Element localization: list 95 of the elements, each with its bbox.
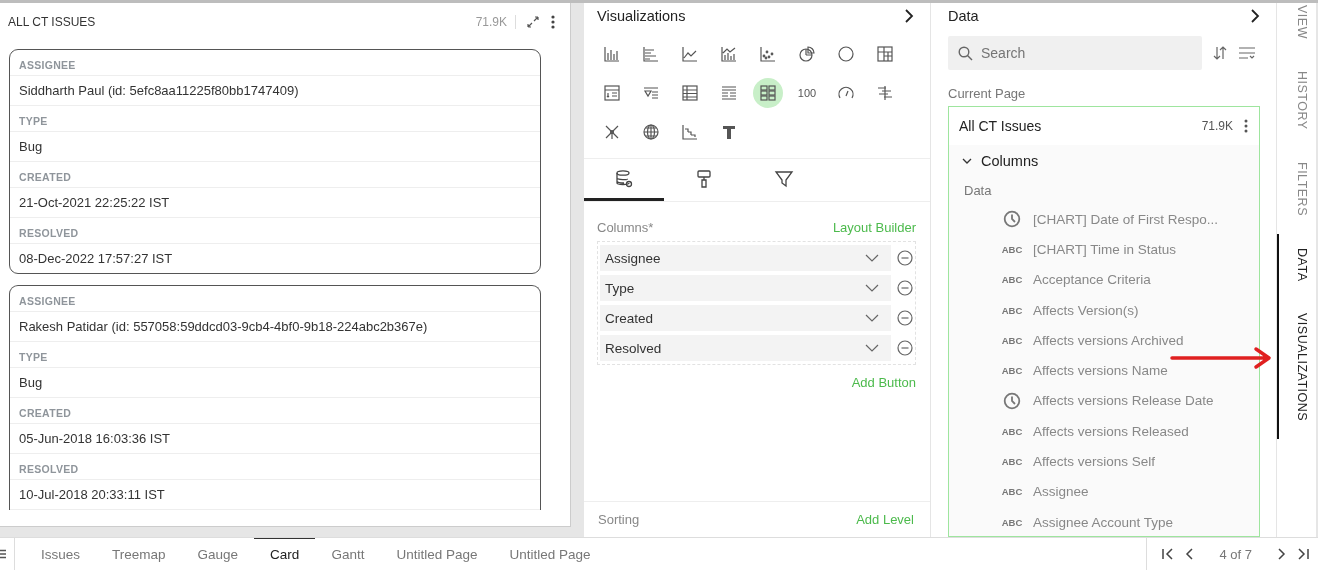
paint-roller-icon <box>694 168 714 189</box>
text-type-icon: ABC <box>1001 486 1023 498</box>
field-item[interactable]: Acceptance Criteria <box>1033 272 1151 288</box>
remove-icon[interactable] <box>897 340 913 356</box>
layout-builder-link[interactable]: Layout Builder <box>832 220 916 235</box>
chevron-down-icon <box>865 284 879 292</box>
side-tab[interactable]: HISTORY <box>1277 56 1316 148</box>
expand-icon[interactable] <box>526 15 540 29</box>
remove-icon[interactable] <box>897 250 913 266</box>
field-item[interactable]: Affects versions Archived <box>1033 332 1184 348</box>
field-item[interactable]: Affects versions Released <box>1033 423 1189 439</box>
field-value: 10-Jul-2018 20:33:11 IST <box>10 480 540 510</box>
column-dropdown[interactable]: Resolved <box>600 335 891 361</box>
side-tab[interactable]: VIEW <box>1277 3 1316 57</box>
text-type-icon: ABC <box>1001 516 1023 528</box>
field-value: Bug <box>10 368 540 398</box>
number-chart-button[interactable]: 100 <box>792 78 822 108</box>
remove-icon[interactable] <box>897 280 913 296</box>
field-label: TYPE <box>10 106 540 132</box>
column-dropdown[interactable]: Type <box>600 275 891 301</box>
page-indicator: 4 of 7 <box>1218 546 1253 562</box>
funnel-icon <box>774 168 794 189</box>
text-type-icon: ABC <box>1001 274 1023 286</box>
more-icon[interactable] <box>550 14 556 30</box>
field-label: RESOLVED <box>10 454 540 480</box>
side-tab[interactable]: VISUALIZATIONS <box>1277 299 1316 440</box>
chevron-down-icon <box>865 314 879 322</box>
subheading: Data <box>963 182 993 200</box>
field-item[interactable]: Affects versions Release Date <box>1033 393 1214 409</box>
columns-label: Columns* <box>597 220 654 235</box>
text-type-icon: ABC <box>1001 425 1023 437</box>
chevron-down-icon <box>865 344 879 352</box>
text-type-icon: ABC <box>1001 334 1023 346</box>
chevron-down-icon <box>865 254 879 262</box>
chevron-right-icon[interactable] <box>904 9 914 23</box>
field-label: ASSIGNEE <box>10 286 540 312</box>
sort-icon[interactable] <box>1212 45 1228 61</box>
page-tab[interactable]: Card <box>254 538 316 570</box>
section-label: Current Page <box>948 86 1027 101</box>
field-item[interactable]: Affects versions Self <box>1033 454 1156 469</box>
panel-title: Data <box>948 8 979 24</box>
field-item[interactable]: Assignee <box>1033 484 1089 500</box>
previous-page-icon[interactable] <box>1185 548 1196 560</box>
field-value: 05-Jun-2018 16:03:36 IST <box>10 424 540 454</box>
page-tab[interactable]: Issues <box>25 538 97 570</box>
field-label: ASSIGNEE <box>10 50 540 76</box>
field-item[interactable]: Affects Version(s) <box>1033 302 1139 318</box>
side-tab[interactable]: FILTERS <box>1277 147 1316 234</box>
field-label: CREATED <box>10 162 540 188</box>
panel-title: Visualizations <box>597 8 686 24</box>
database-gear-icon <box>614 168 634 189</box>
sorting-label: Sorting <box>598 512 640 527</box>
widget-title: ALL CT ISSUES <box>8 15 97 29</box>
page-tab[interactable]: Gauge <box>181 538 255 570</box>
field-value: Rakesh Patidar (id: 557058:59ddcd03-9cb4-4bf0-9b18-224abc2b367e) <box>10 312 540 342</box>
record-count: 71.9K <box>475 15 516 29</box>
text-type-icon: ABC <box>1001 365 1023 377</box>
page-tab[interactable]: Treemap <box>96 538 182 570</box>
next-page-icon[interactable] <box>1276 548 1286 560</box>
add-button-link[interactable]: Add Button <box>851 375 916 390</box>
field-label: RESOLVED <box>10 218 540 244</box>
column-dropdown[interactable]: Created <box>600 305 891 331</box>
field-value: 08-Dec-2022 17:57:27 IST <box>18 250 174 268</box>
menu-icon[interactable] <box>0 549 6 559</box>
page-tab[interactable]: Untitled Page <box>493 538 607 570</box>
field-item[interactable]: Affects versions Name <box>1033 363 1168 379</box>
remove-icon[interactable] <box>897 310 913 326</box>
field-label: CREATED <box>10 398 540 424</box>
search-field[interactable]: Search <box>948 36 1202 70</box>
text-type-icon: ABC <box>1001 456 1023 467</box>
add-level-link[interactable]: Add Level <box>856 512 914 527</box>
field-item[interactable]: [CHART] Date of First Respo... <box>1033 211 1219 227</box>
last-page-icon[interactable] <box>1296 548 1310 560</box>
more-icon[interactable] <box>1243 118 1249 134</box>
chevron-right-icon[interactable] <box>1250 9 1260 23</box>
search-icon <box>958 46 973 61</box>
columns-group-toggle[interactable]: Columns <box>949 145 1259 177</box>
card-chart-icon[interactable] <box>753 78 783 108</box>
field-value: Siddharth Paul (id: 5efc8aa11225f80bb1747409) <box>10 76 540 106</box>
field-item[interactable]: [CHART] Time in Status <box>1033 241 1177 257</box>
side-tab[interactable]: DATA <box>1277 233 1316 300</box>
clock-icon <box>1003 391 1021 410</box>
clock-icon <box>1003 210 1021 229</box>
page-tab[interactable]: Gantt <box>315 538 381 570</box>
field-value: Bug <box>10 132 540 162</box>
field-item[interactable]: Assignee Account Type <box>1033 514 1174 530</box>
field-value: 21-Oct-2021 22:25:22 IST <box>10 188 540 218</box>
page-tab[interactable]: Untitled Page <box>380 538 494 570</box>
text-type-icon: ABC <box>1001 304 1023 316</box>
first-page-icon[interactable] <box>1161 548 1176 560</box>
column-dropdown[interactable]: Assignee <box>600 245 891 271</box>
field-label: TYPE <box>10 342 540 368</box>
record-count: 71.9K <box>1201 119 1233 133</box>
source-name[interactable]: All CT Issues <box>959 118 1192 134</box>
text-type-icon: ABC <box>1001 243 1023 255</box>
